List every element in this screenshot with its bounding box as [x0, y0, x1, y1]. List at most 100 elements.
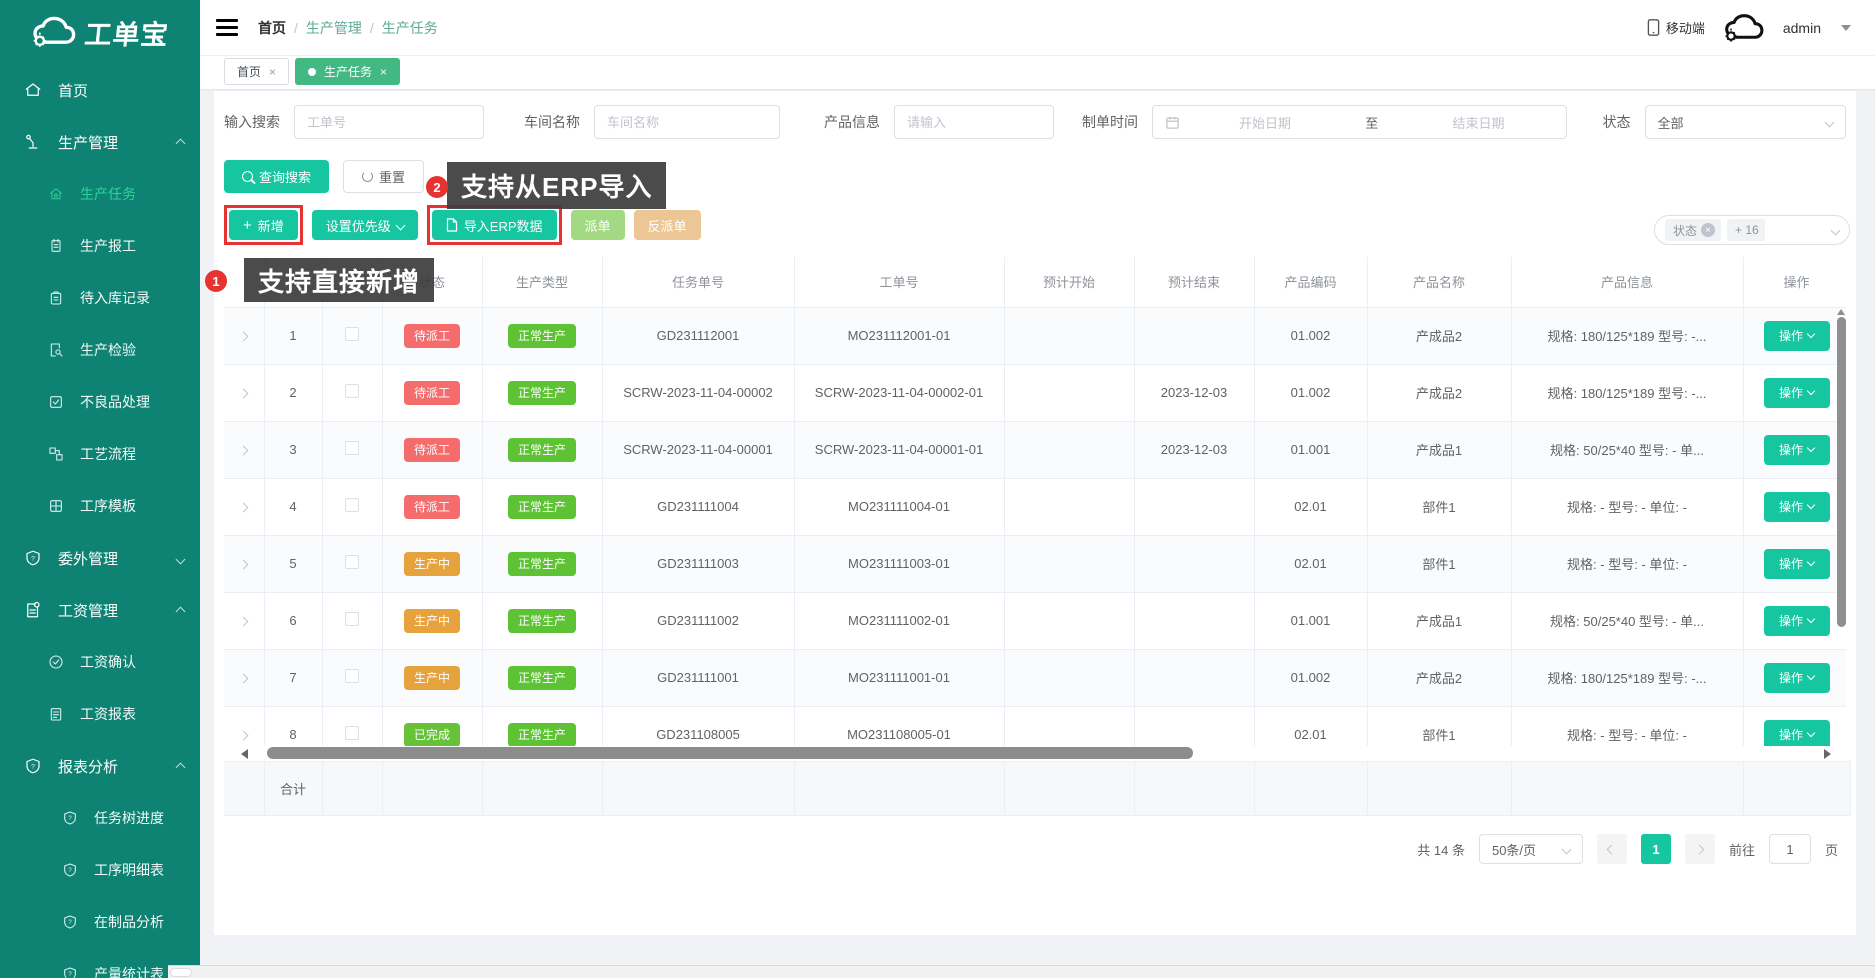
row-actions-button[interactable]: 操作 [1764, 720, 1830, 747]
row-checkbox[interactable] [345, 384, 359, 398]
expand-cell[interactable] [224, 649, 264, 706]
expand-chevron-icon[interactable] [240, 613, 247, 628]
sidebar-item-home[interactable]: 首页 [0, 64, 200, 116]
row-actions-button[interactable]: 操作 [1764, 663, 1830, 693]
table-vertical-scrollbar[interactable] [1837, 317, 1846, 627]
row-actions-button[interactable]: 操作 [1764, 549, 1830, 579]
query-button[interactable]: 查询搜索 [224, 160, 329, 193]
sidebar-group-salary[interactable]: 工资管理 [0, 584, 200, 636]
sidebar-item-process-detail[interactable]: ? 工序明细表 [0, 844, 200, 896]
row-checkbox[interactable] [345, 555, 359, 569]
date-range-picker[interactable]: 开始日期 至 结束日期 [1152, 105, 1567, 139]
sidebar-item-production-inspection[interactable]: 生产检验 [0, 324, 200, 376]
sidebar-item-process-template[interactable]: 工序模板 [0, 480, 200, 532]
sidebar-group-report-analysis[interactable]: ? 报表分析 [0, 740, 200, 792]
checkbox-cell[interactable] [322, 535, 382, 592]
window-bottom-scrollbar[interactable] [168, 965, 1875, 978]
remove-tag-icon[interactable]: × [1701, 223, 1715, 237]
user-avatar[interactable] [1723, 13, 1765, 43]
tab-production-task[interactable]: 生产任务 × [295, 58, 400, 85]
tab-home[interactable]: 首页 × [224, 58, 289, 85]
expand-chevron-icon[interactable] [240, 442, 247, 457]
search-input[interactable] [294, 105, 484, 139]
horizontal-scroll-thumb[interactable] [267, 747, 1193, 759]
row-checkbox[interactable] [345, 669, 359, 683]
workshop-input[interactable] [594, 105, 780, 139]
expand-chevron-icon[interactable] [240, 499, 247, 514]
row-checkbox[interactable] [345, 498, 359, 512]
hamburger-menu-icon[interactable] [216, 15, 238, 40]
expand-chevron-icon[interactable] [240, 727, 247, 742]
date-start-placeholder[interactable]: 开始日期 [1190, 113, 1340, 132]
close-icon[interactable]: × [380, 65, 387, 79]
checkbox-cell[interactable] [322, 478, 382, 535]
expand-cell[interactable] [224, 706, 264, 746]
row-actions-button[interactable]: 操作 [1764, 606, 1830, 636]
checkbox-cell[interactable] [322, 307, 382, 364]
table-vertical-scroll-up-icon[interactable] [1837, 309, 1845, 315]
sidebar-item-salary-confirm[interactable]: 工资确认 [0, 636, 200, 688]
tab-label: 首页 [237, 63, 261, 80]
checkbox-cell[interactable] [322, 364, 382, 421]
reset-button[interactable]: 重置 [343, 160, 424, 193]
breadcrumb-production-management[interactable]: 生产管理 [306, 18, 362, 38]
expand-cell[interactable] [224, 592, 264, 649]
goto-page-input[interactable] [1769, 834, 1811, 864]
plan-end-cell: 2023-12-03 [1134, 364, 1254, 421]
sidebar-item-wip-analysis[interactable]: ? 在制品分析 [0, 896, 200, 948]
username[interactable]: admin [1783, 20, 1821, 36]
logo[interactable]: 工单宝 [0, 0, 200, 64]
import-erp-button[interactable]: 导入ERP数据 [432, 210, 557, 240]
user-menu-caret-icon[interactable] [1841, 25, 1851, 31]
row-checkbox[interactable] [345, 441, 359, 455]
expand-cell[interactable] [224, 421, 264, 478]
scrollbar-pill[interactable] [170, 968, 192, 977]
sidebar-item-defective-handling[interactable]: 不良品处理 [0, 376, 200, 428]
expand-chevron-icon[interactable] [240, 328, 247, 343]
sidebar-item-production-report[interactable]: 生产报工 [0, 220, 200, 272]
product-info-input[interactable] [894, 105, 1054, 139]
row-checkbox[interactable] [345, 726, 359, 740]
sidebar-group-production[interactable]: 生产管理 [0, 116, 200, 168]
expand-cell[interactable] [224, 364, 264, 421]
dispatch-button[interactable]: 派单 [571, 210, 625, 240]
expand-cell[interactable] [224, 307, 264, 364]
row-actions-button[interactable]: 操作 [1764, 435, 1830, 465]
next-page-button[interactable] [1685, 834, 1715, 864]
set-priority-button[interactable]: 设置优先级 [312, 210, 418, 240]
sidebar-item-pending-storage[interactable]: 待入库记录 [0, 272, 200, 324]
expand-chevron-icon[interactable] [240, 556, 247, 571]
page-size-select[interactable]: 50条/页 [1479, 834, 1583, 864]
checkbox-cell[interactable] [322, 706, 382, 746]
add-button[interactable]: + 新增 [229, 210, 298, 240]
breadcrumb-home[interactable]: 首页 [258, 18, 286, 38]
sidebar-item-process-flow[interactable]: 工艺流程 [0, 428, 200, 480]
status-select[interactable]: 全部 [1645, 105, 1846, 139]
current-page-button[interactable]: 1 [1641, 834, 1671, 864]
date-end-placeholder[interactable]: 结束日期 [1404, 113, 1554, 132]
expand-cell[interactable] [224, 535, 264, 592]
expand-cell[interactable] [224, 478, 264, 535]
column-filter-select[interactable]: 状态 × + 16 [1654, 215, 1850, 245]
sidebar-item-production-task[interactable]: 生产任务 [0, 168, 200, 220]
row-actions-button[interactable]: 操作 [1764, 378, 1830, 408]
mobile-link[interactable]: 移动端 [1647, 18, 1705, 37]
checkbox-cell[interactable] [322, 649, 382, 706]
close-icon[interactable]: × [269, 65, 276, 79]
checkbox-cell[interactable] [322, 421, 382, 478]
row-checkbox[interactable] [345, 327, 359, 341]
prev-page-button[interactable] [1597, 834, 1627, 864]
sidebar-group-outsourcing[interactable]: ? 委外管理 [0, 532, 200, 584]
checkbox-cell[interactable] [322, 592, 382, 649]
reverse-dispatch-button[interactable]: 反派单 [634, 210, 701, 240]
expand-chevron-icon[interactable] [240, 385, 247, 400]
row-actions-button[interactable]: 操作 [1764, 321, 1830, 351]
row-actions-button[interactable]: 操作 [1764, 492, 1830, 522]
sidebar-item-task-tree-progress[interactable]: ? 任务树进度 [0, 792, 200, 844]
scroll-right-icon[interactable] [1824, 749, 1831, 759]
scroll-left-icon[interactable] [241, 749, 248, 759]
sidebar-item-salary-report[interactable]: 工资报表 [0, 688, 200, 740]
breadcrumb-production-task[interactable]: 生产任务 [382, 18, 438, 38]
expand-chevron-icon[interactable] [240, 670, 247, 685]
row-checkbox[interactable] [345, 612, 359, 626]
